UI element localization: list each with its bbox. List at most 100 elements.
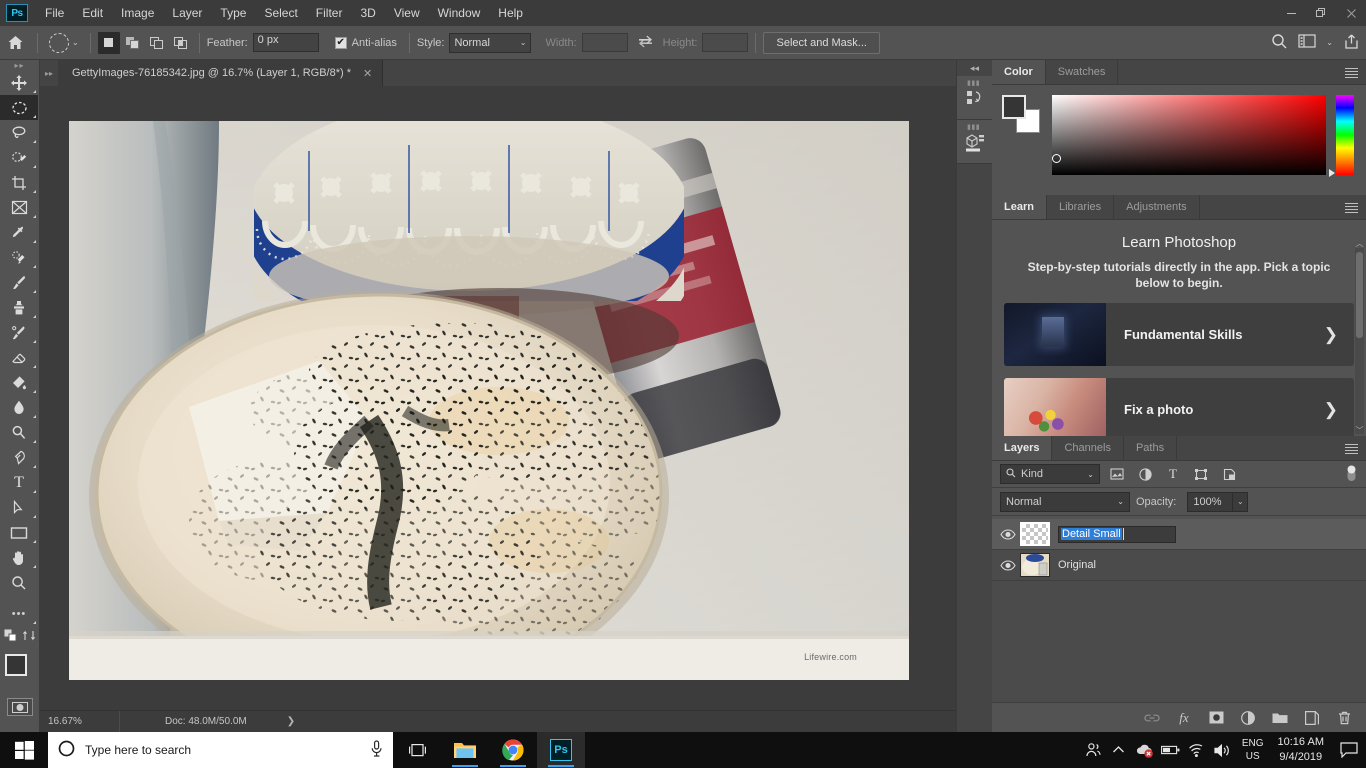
gradient-tool[interactable]: [0, 370, 38, 395]
spot-healing-brush-tool[interactable]: [0, 245, 38, 270]
learn-panel-menu-icon[interactable]: [1345, 195, 1358, 220]
history-brush-tool[interactable]: [0, 320, 38, 345]
document-tab[interactable]: GettyImages-76185342.jpg @ 16.7% (Layer …: [58, 60, 384, 86]
scrollbar-thumb[interactable]: [1356, 252, 1363, 338]
tab-learn[interactable]: Learn: [992, 195, 1047, 219]
elliptical-marquee-tool[interactable]: [0, 95, 38, 120]
color-spectrum-field[interactable]: [1052, 95, 1326, 175]
height-input[interactable]: [702, 33, 749, 52]
blend-mode-select[interactable]: Normal ⌄: [1000, 491, 1130, 512]
minimize-button[interactable]: [1276, 0, 1306, 26]
search-icon[interactable]: [1271, 33, 1288, 53]
tab-channels[interactable]: Channels: [1052, 436, 1124, 460]
chevron-down-icon[interactable]: ⌄: [72, 38, 79, 47]
default-colors-icon[interactable]: [3, 628, 17, 645]
image-canvas[interactable]: Lifewire.com: [69, 121, 909, 680]
menu-view[interactable]: View: [385, 2, 429, 24]
adjustment-layers-filter-icon[interactable]: [1134, 464, 1156, 484]
tab-swatches[interactable]: Swatches: [1045, 60, 1119, 84]
opacity-control[interactable]: 100% ⌄: [1187, 491, 1249, 512]
pen-tool[interactable]: [0, 445, 38, 470]
wifi-icon[interactable]: [1184, 732, 1210, 768]
layers-panel-menu-icon[interactable]: [1345, 436, 1358, 461]
learn-panel-scrollbar[interactable]: ︿ ﹀: [1355, 239, 1364, 435]
rectangle-tool[interactable]: [0, 520, 38, 545]
chevron-down-icon[interactable]: ⌄: [1233, 491, 1249, 512]
tab-libraries[interactable]: Libraries: [1046, 195, 1115, 219]
layer-name-label[interactable]: Original: [1058, 559, 1096, 571]
frame-tool[interactable]: [0, 195, 38, 220]
people-icon[interactable]: [1080, 732, 1106, 768]
zoom-tool[interactable]: [0, 570, 38, 595]
pixel-layers-filter-icon[interactable]: [1106, 464, 1128, 484]
new-fill-adjustment-icon[interactable]: [1240, 709, 1256, 727]
color-panel-menu-icon[interactable]: [1345, 60, 1358, 85]
clone-stamp-tool[interactable]: [0, 295, 38, 320]
3d-panel-icon[interactable]: ▮▮▮: [957, 120, 993, 164]
layer-row-original[interactable]: Original: [992, 550, 1366, 581]
google-chrome-icon[interactable]: [489, 732, 537, 768]
tab-paths[interactable]: Paths: [1123, 436, 1178, 460]
canvas-viewport[interactable]: Lifewire.com: [40, 86, 956, 706]
layer-thumbnail[interactable]: [1020, 553, 1050, 577]
select-and-mask-button[interactable]: Select and Mask...: [763, 31, 880, 54]
swap-colors-icon[interactable]: [22, 629, 36, 645]
opacity-value[interactable]: 100%: [1187, 491, 1234, 512]
learn-card-fix-a-photo[interactable]: Fix a photo ❯: [1004, 378, 1354, 438]
crop-tool[interactable]: [0, 170, 38, 195]
task-view-icon[interactable]: [393, 732, 441, 768]
anti-alias-checkbox[interactable]: ✔ Anti-alias: [334, 36, 402, 49]
tab-strip-grip[interactable]: ▸▸: [40, 60, 58, 86]
tab-color[interactable]: Color: [992, 60, 1046, 84]
link-layers-icon[interactable]: [1144, 709, 1160, 727]
menu-layer[interactable]: Layer: [163, 2, 211, 24]
eraser-tool[interactable]: [0, 345, 38, 370]
onedrive-error-icon[interactable]: [1132, 732, 1158, 768]
layer-name-input[interactable]: Detail Small: [1058, 525, 1176, 543]
color-swatches[interactable]: [0, 652, 38, 692]
shape-layers-filter-icon[interactable]: [1190, 464, 1212, 484]
new-layer-icon[interactable]: [1304, 709, 1320, 727]
layer-thumbnail[interactable]: [1020, 522, 1050, 546]
menu-filter[interactable]: Filter: [307, 2, 352, 24]
feather-input[interactable]: 0 px: [252, 33, 319, 52]
quick-selection-tool[interactable]: [0, 145, 38, 170]
status-expand-arrow[interactable]: ❯: [287, 716, 295, 727]
collapse-panels-icon[interactable]: ◂◂: [957, 60, 992, 76]
menu-select[interactable]: Select: [255, 2, 306, 24]
delete-layer-icon[interactable]: [1336, 709, 1352, 727]
scroll-up-icon[interactable]: ︿: [1355, 238, 1364, 249]
style-select[interactable]: Normal ⌄: [449, 32, 532, 53]
smart-object-filter-icon[interactable]: [1218, 464, 1240, 484]
layer-visibility-toggle[interactable]: [996, 559, 1020, 571]
hand-tool[interactable]: [0, 545, 38, 570]
file-explorer-icon[interactable]: [441, 732, 489, 768]
microphone-icon[interactable]: [370, 740, 383, 760]
brush-tool[interactable]: [0, 270, 38, 295]
foreground-color-chip[interactable]: [1002, 95, 1026, 119]
layer-row-detail-small[interactable]: Detail Small: [992, 519, 1366, 550]
dodge-tool[interactable]: [0, 420, 38, 445]
type-layers-filter-icon[interactable]: T: [1162, 464, 1184, 484]
path-selection-tool[interactable]: [0, 495, 38, 520]
new-selection-button[interactable]: [97, 31, 120, 54]
menu-3d[interactable]: 3D: [351, 2, 384, 24]
hue-strip[interactable]: [1329, 95, 1354, 177]
photoshop-icon[interactable]: Ps: [537, 732, 585, 768]
foreground-color-swatch[interactable]: [5, 654, 27, 676]
home-icon[interactable]: [0, 34, 30, 51]
move-tool[interactable]: [0, 70, 38, 95]
layer-filter-kind-select[interactable]: Kind ⌄: [1000, 464, 1100, 484]
type-tool[interactable]: T: [0, 470, 38, 495]
filter-toggle-switch[interactable]: [1344, 464, 1358, 484]
quick-mask-icon[interactable]: [6, 698, 33, 716]
add-to-selection-button[interactable]: [122, 32, 144, 54]
swap-arrows-icon[interactable]: [638, 35, 653, 51]
intersect-with-selection-button[interactable]: [170, 32, 192, 54]
menu-image[interactable]: Image: [112, 2, 163, 24]
search-input[interactable]: Type here to search: [48, 732, 393, 768]
edit-toolbar-button[interactable]: •••: [0, 601, 38, 626]
layer-visibility-toggle[interactable]: [996, 528, 1020, 540]
color-panel-swatches[interactable]: [1002, 95, 1042, 137]
clock[interactable]: 10:16 AM 9/4/2019: [1270, 735, 1332, 765]
